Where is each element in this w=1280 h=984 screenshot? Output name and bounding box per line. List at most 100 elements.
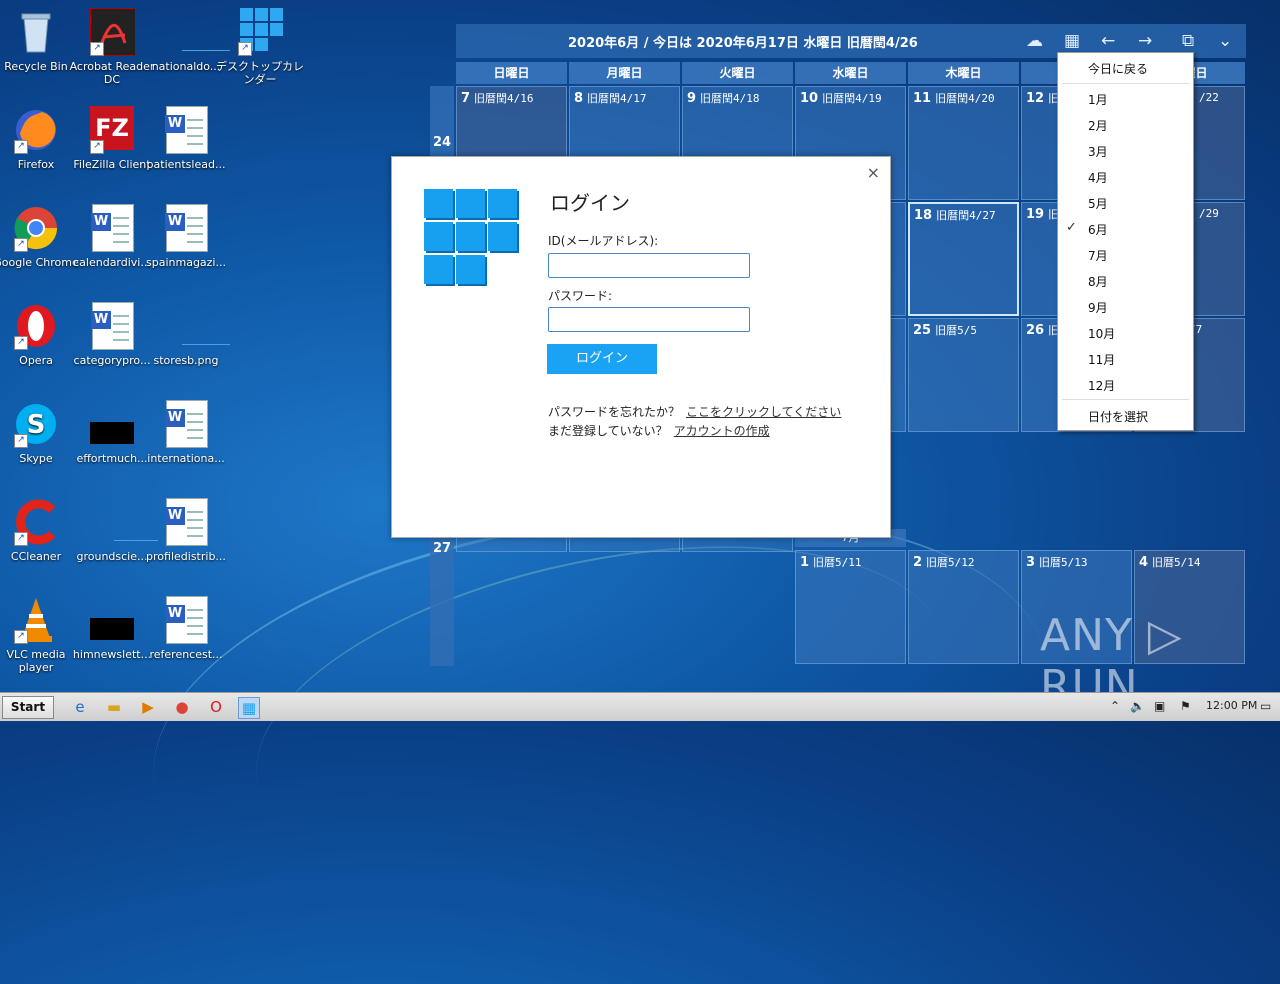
word-document-icon: W bbox=[162, 204, 210, 252]
id-email-input[interactable] bbox=[548, 253, 750, 278]
ie-icon[interactable]: e bbox=[70, 697, 90, 717]
forgot-password-link[interactable]: ここをクリックしてください bbox=[686, 405, 841, 419]
menu-item-month[interactable]: 4月 bbox=[1088, 169, 1108, 186]
forgot-password-text: パスワードを忘れたか？ bbox=[548, 405, 681, 419]
menu-item-pick-date[interactable]: 日付を選択 bbox=[1088, 408, 1148, 425]
register-text: まだ登録していない？ bbox=[548, 424, 668, 438]
svg-text:S: S bbox=[27, 410, 46, 440]
desktop-icon-internationa[interactable]: W internationa... bbox=[138, 400, 234, 465]
menu-item-month[interactable]: 12月 bbox=[1088, 377, 1115, 394]
day-cell[interactable]: 11 旧暦閏4/20 bbox=[908, 86, 1019, 200]
folder-icon[interactable]: ▬ bbox=[104, 697, 124, 717]
id-label: ID(メールアドレス): bbox=[548, 234, 659, 248]
menu-separator bbox=[1062, 83, 1189, 84]
day-cell[interactable]: 2 旧暦5/12 bbox=[908, 550, 1019, 664]
start-label: Start bbox=[10, 700, 46, 714]
word-document-icon: W bbox=[88, 204, 136, 252]
shortcut-arrow-icon: ↗ bbox=[14, 238, 28, 252]
taskbar: Start e ▬ ▶ ● O ▦ ⌃ 🔈 ▣ ⚑ 12:00 PM ▭ bbox=[0, 692, 1280, 721]
desktop-icon-patientslead[interactable]: W patientslead... bbox=[138, 106, 234, 171]
weekday-label: 木曜日 bbox=[908, 62, 1019, 84]
month-dropdown-menu: 今日に戻る 1月 2月 3月 4月 5月 ✓ 6月 7月 8月 9月 10月 1… bbox=[1057, 52, 1194, 431]
menu-item-month[interactable]: 8月 bbox=[1088, 273, 1108, 290]
calendar-app-icon[interactable]: ▦ bbox=[238, 697, 260, 719]
calendar-icon[interactable]: ▦ bbox=[1064, 31, 1080, 51]
recycle-bin-icon bbox=[12, 8, 60, 56]
menu-item-month[interactable]: 3月 bbox=[1088, 143, 1108, 160]
chrome-icon[interactable]: ● bbox=[172, 697, 192, 717]
password-label: パスワード: bbox=[548, 289, 613, 303]
weekday-label: 月曜日 bbox=[569, 62, 680, 84]
image-file-icon bbox=[162, 302, 230, 350]
shortcut-arrow-icon: ↗ bbox=[90, 140, 104, 154]
clock[interactable]: 12:00 PM bbox=[1206, 699, 1257, 712]
window-icon[interactable]: ⧉ bbox=[1182, 31, 1194, 51]
shortcut-arrow-icon: ↗ bbox=[14, 434, 28, 448]
media-player-icon[interactable]: ▶ bbox=[138, 697, 158, 717]
check-icon: ✓ bbox=[1066, 220, 1077, 235]
shortcut-arrow-icon: ↗ bbox=[90, 42, 104, 56]
chrome-icon: ↗ bbox=[12, 204, 60, 252]
chevron-down-icon[interactable]: ⌄ bbox=[1218, 31, 1232, 51]
desktop-icon-desktop-calendar[interactable]: ↗ デスクトップカレンダー bbox=[212, 8, 308, 86]
desktop-icon-profiledistrib[interactable]: W profiledistrib... bbox=[138, 498, 234, 563]
arrow-left-icon[interactable]: ← bbox=[1101, 31, 1115, 51]
menu-item-today[interactable]: 今日に戻る bbox=[1088, 60, 1148, 77]
menu-item-month[interactable]: 7月 bbox=[1088, 247, 1108, 264]
shortcut-arrow-icon: ↗ bbox=[14, 336, 28, 350]
desktop-icon-referencest[interactable]: W referencest... bbox=[138, 596, 234, 661]
word-document-icon: W bbox=[162, 400, 210, 448]
opera-icon: ↗ bbox=[12, 302, 60, 350]
desktop-icon-storesb[interactable]: storesb.png bbox=[138, 302, 234, 367]
word-document-icon: W bbox=[162, 106, 210, 154]
flag-icon[interactable]: ⚑ bbox=[1180, 699, 1191, 713]
shortcut-arrow-icon: ↗ bbox=[238, 42, 252, 56]
day-cell[interactable]: 25 旧暦5/5 bbox=[908, 318, 1019, 432]
black-file-icon bbox=[88, 400, 136, 448]
menu-item-month[interactable]: 10月 bbox=[1088, 325, 1115, 342]
password-input[interactable] bbox=[548, 307, 750, 332]
menu-item-month-selected[interactable]: 6月 bbox=[1088, 221, 1108, 238]
word-document-icon: W bbox=[88, 302, 136, 350]
word-document-icon: W bbox=[162, 596, 210, 644]
menu-item-month[interactable]: 9月 bbox=[1088, 299, 1108, 316]
cloud-icon[interactable]: ☁ bbox=[1026, 31, 1043, 51]
acrobat-icon: ↗ bbox=[88, 8, 136, 56]
calendar-grid-icon: ↗ bbox=[236, 8, 284, 56]
day-cell[interactable]: 1 旧暦5/11 bbox=[795, 550, 906, 664]
close-icon[interactable]: × bbox=[867, 163, 880, 182]
weekday-label: 水曜日 bbox=[795, 62, 906, 84]
create-account-link[interactable]: アカウントの作成 bbox=[674, 424, 770, 438]
arrow-right-icon[interactable]: → bbox=[1138, 31, 1152, 51]
start-button[interactable]: Start bbox=[2, 696, 54, 719]
menu-item-month[interactable]: 5月 bbox=[1088, 195, 1108, 212]
filezilla-icon: FZ ↗ bbox=[88, 106, 136, 154]
blank-file-icon bbox=[88, 498, 158, 546]
login-dialog: × ログイン ID(メールアドレス): パスワード: ログイン パスワードを忘れ… bbox=[391, 156, 891, 538]
menu-item-month[interactable]: 11月 bbox=[1088, 351, 1115, 368]
shortcut-arrow-icon: ↗ bbox=[14, 140, 28, 154]
shortcut-arrow-icon: ↗ bbox=[14, 532, 28, 546]
app-logo-icon bbox=[424, 189, 518, 285]
login-button[interactable]: ログイン bbox=[547, 344, 657, 374]
skype-icon: S ↗ bbox=[12, 400, 60, 448]
firefox-icon: ↗ bbox=[12, 106, 60, 154]
vlc-cone-icon: ↗ bbox=[12, 596, 60, 644]
weekday-label: 日曜日 bbox=[456, 62, 567, 84]
network-icon[interactable]: ▣ bbox=[1154, 699, 1165, 713]
show-desktop-icon[interactable]: ▭ bbox=[1260, 699, 1271, 713]
word-document-icon: W bbox=[162, 498, 210, 546]
blank-file-icon bbox=[162, 8, 230, 56]
forgot-password-line: パスワードを忘れたか？ ここをクリックしてください bbox=[548, 403, 841, 420]
tray-arrow-icon[interactable]: ⌃ bbox=[1110, 699, 1120, 713]
menu-separator bbox=[1062, 399, 1189, 400]
weekday-label: 火曜日 bbox=[682, 62, 793, 84]
speaker-icon[interactable]: 🔈 bbox=[1130, 699, 1145, 713]
menu-item-month[interactable]: 1月 bbox=[1088, 91, 1108, 108]
shortcut-arrow-icon: ↗ bbox=[14, 630, 28, 644]
day-cell-today[interactable]: 18 旧暦閏4/27 bbox=[908, 202, 1019, 316]
menu-item-month[interactable]: 2月 bbox=[1088, 117, 1108, 134]
black-file-icon bbox=[88, 596, 136, 644]
desktop-icon-spainmagazi[interactable]: W spainmagazi... bbox=[138, 204, 234, 269]
opera-icon[interactable]: O bbox=[206, 697, 226, 717]
